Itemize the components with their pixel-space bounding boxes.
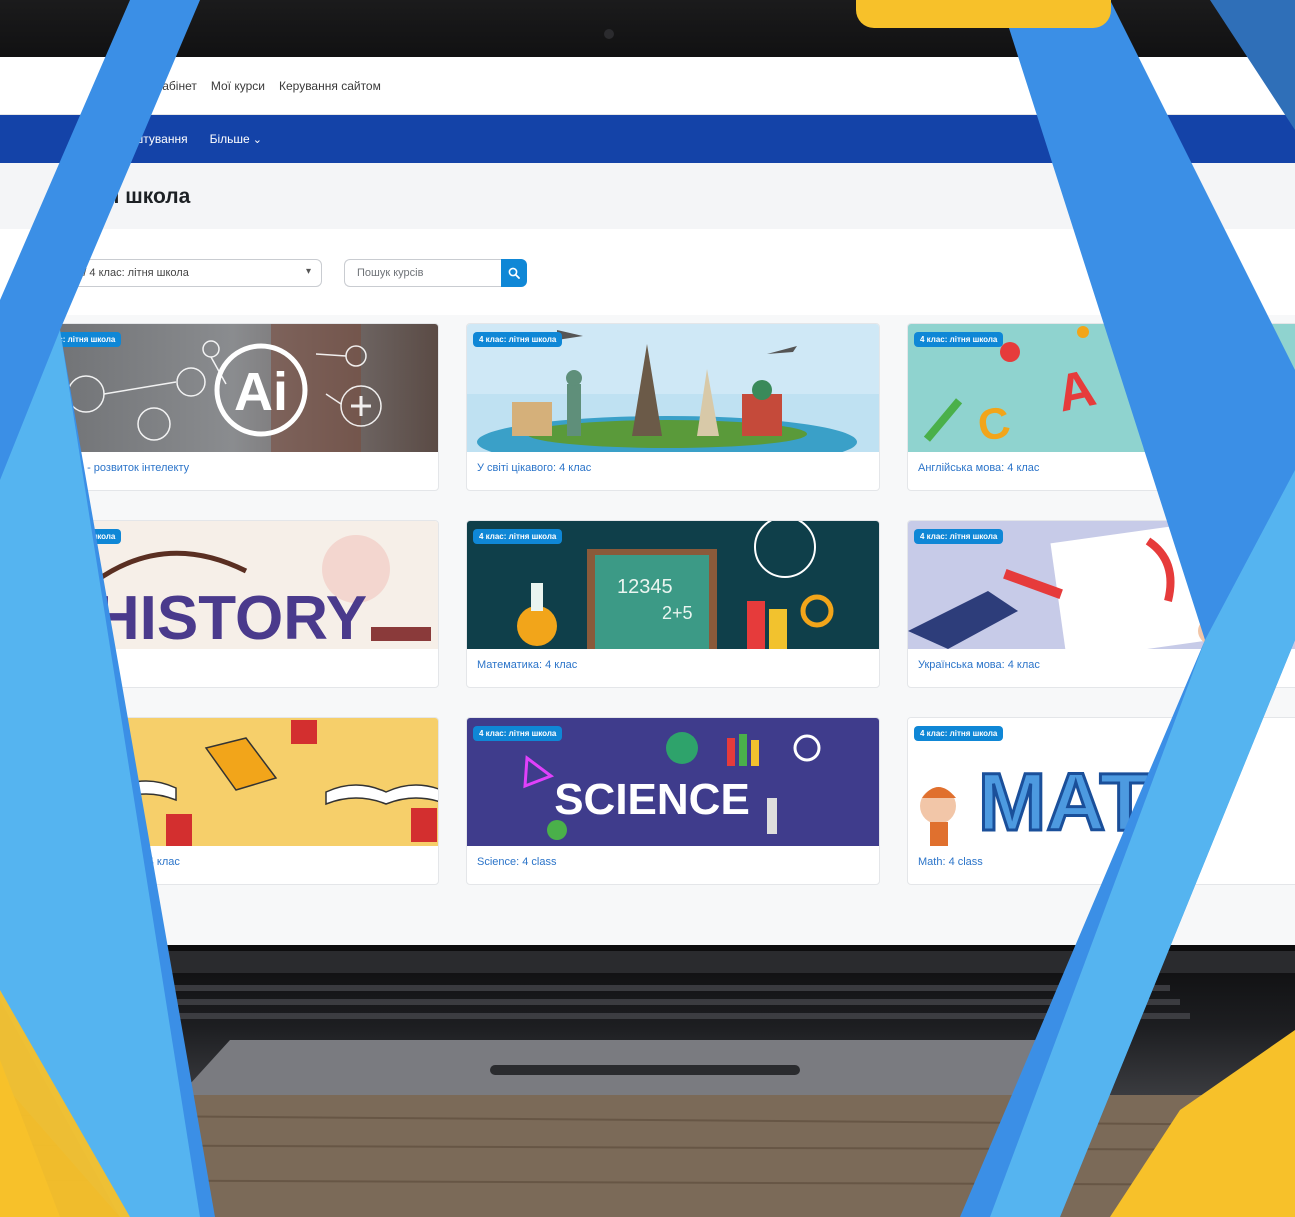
course-title-link[interactable]: У світі цікавого: 4 клас xyxy=(477,462,591,474)
category-badge: 4 клас: літня школа xyxy=(32,529,122,544)
secondary-navbar: лаштування Більше xyxy=(0,115,1295,163)
category-select[interactable]: ня школа / 4 клас: літня школа ▾ xyxy=(20,259,322,287)
category-badge: 4 клас: літня школа xyxy=(473,726,563,741)
board-number-2: 2+5 xyxy=(662,603,693,623)
course-title-link[interactable]: Історія: 4 клас xyxy=(36,659,108,671)
nav-link-dashboard[interactable]: ий кабінет xyxy=(140,79,197,93)
course-card[interactable]: A C 4 клас: літня школа Англійська мова:… xyxy=(907,323,1295,491)
category-select-value: ня школа / 4 клас: літня школа xyxy=(33,267,189,279)
category-badge: 4 клас: літня школа xyxy=(473,332,563,347)
webcam xyxy=(604,29,614,39)
course-title-link[interactable]: Англійська мова: 4 клас xyxy=(918,462,1039,474)
lms-screen: ий кабінет Мої курси Керування сайтом ла… xyxy=(0,57,1295,945)
course-title-link[interactable]: Math: 4 class xyxy=(918,856,983,868)
course-grid: Ai 4 клас: літня школа Ейдетика - розвит… xyxy=(0,315,1295,945)
math-letters-thumb-text: MATH xyxy=(978,757,1209,846)
course-card[interactable]: SCIENCE 4 клас: літня школа Science: 4 c… xyxy=(466,717,880,885)
sec-nav-settings[interactable]: лаштування xyxy=(120,132,188,146)
history-thumb-text: HISTORY xyxy=(95,584,367,649)
course-title-link[interactable]: Математика: 4 клас xyxy=(477,659,577,671)
sec-nav-more-dropdown[interactable]: Більше xyxy=(210,132,262,146)
ai-thumb-text: Ai xyxy=(234,362,288,422)
course-card[interactable]: HISTORY 4 клас: літня школа Історія: 4 к… xyxy=(25,520,439,688)
course-title-link[interactable]: Science: 4 class xyxy=(477,856,556,868)
top-navbar: ий кабінет Мої курси Керування сайтом xyxy=(0,57,1295,115)
laptop-keyboard-deck xyxy=(0,945,1295,1217)
category-badge: 4 клас: літня школа xyxy=(914,726,1004,741)
category-badge: 4 клас: літня школа xyxy=(473,529,563,544)
search-button[interactable] xyxy=(501,259,527,287)
nav-link-my-courses[interactable]: Мої курси xyxy=(211,79,265,93)
course-card[interactable]: 4 клас: літня школа У світі цікавого: 4 … xyxy=(466,323,880,491)
category-badge: 4 клас: літня школа xyxy=(32,726,122,741)
category-badge: 4 клас: літня школа xyxy=(914,332,1004,347)
course-search-input[interactable] xyxy=(344,259,502,287)
category-badge: 4 клас: літня школа xyxy=(32,332,122,347)
course-card[interactable]: MATH 4 клас: літня школа Math: 4 class xyxy=(907,717,1295,885)
course-card[interactable]: 4 клас: літня школа Українська мова: 4 к… xyxy=(907,520,1295,688)
course-card[interactable]: 12345 2+5 4 клас: літня школа Математика… xyxy=(466,520,880,688)
science-thumb-text: SCIENCE xyxy=(554,775,750,824)
nav-link-site-admin[interactable]: Керування сайтом xyxy=(279,79,381,93)
course-title-link[interactable]: Ейдетика - розвиток інтелекту xyxy=(36,462,189,474)
category-badge: 4 клас: літня школа xyxy=(914,529,1004,544)
filter-row: ня школа / 4 клас: літня школа ▾ xyxy=(0,229,1295,315)
decorative-yellow-tab xyxy=(856,0,1111,28)
page-header: літня школа xyxy=(0,163,1295,229)
course-card[interactable]: Ai 4 клас: літня школа Ейдетика - розвит… xyxy=(25,323,439,491)
course-title-link[interactable]: Українська мова: 4 клас xyxy=(918,659,1040,671)
course-card[interactable]: 4 клас: літня школа Літературне читання:… xyxy=(25,717,439,885)
course-title-link[interactable]: Літературне читання: 4 клас xyxy=(36,856,180,868)
board-number-1: 12345 xyxy=(617,576,673,598)
page-title: літня школа xyxy=(65,185,191,208)
select-arrows-icon: ▾ xyxy=(305,266,311,277)
search-icon xyxy=(508,267,520,279)
